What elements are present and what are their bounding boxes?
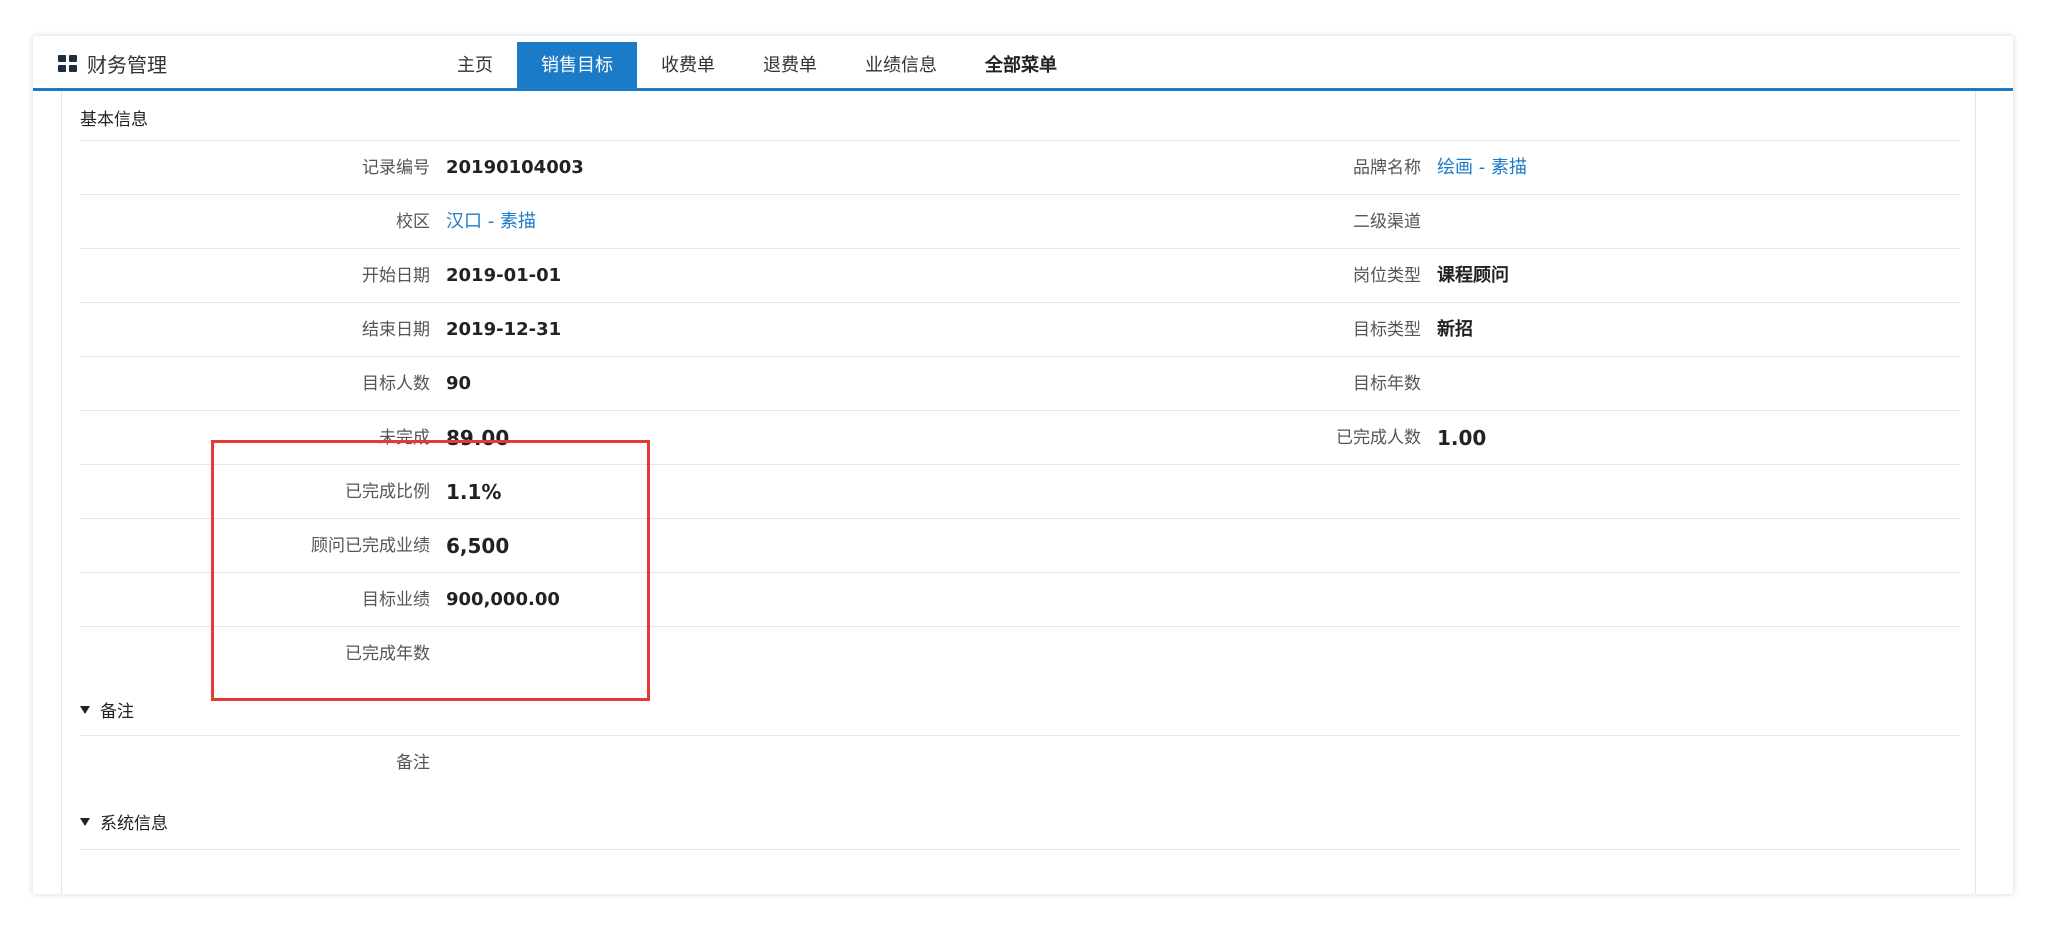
record-detail: 基本信息 记录编号 20190104003 品牌名称 绘画 - 素描 校区 汉口… bbox=[61, 91, 1976, 894]
field-label: 开始日期 bbox=[362, 266, 430, 286]
app-window: 财务管理 主页 销售目标 收费单 退费单 业绩信息 全部菜单 基本信息 记录编号… bbox=[33, 36, 2013, 894]
brand-name-link[interactable]: 绘画 - 素描 bbox=[1437, 141, 1527, 195]
field-label: 记录编号 bbox=[362, 158, 430, 178]
tab-refunds[interactable]: 退费单 bbox=[739, 42, 841, 88]
table-row: 记录编号 20190104003 品牌名称 绘画 - 素描 bbox=[80, 140, 1960, 195]
field-label: 目标人数 bbox=[362, 374, 430, 394]
field-label: 品牌名称 bbox=[1353, 158, 1421, 178]
top-bar: 财务管理 主页 销售目标 收费单 退费单 业绩信息 全部菜单 bbox=[33, 36, 2013, 91]
end-date-value: 2019-12-31 bbox=[446, 319, 562, 340]
tab-home[interactable]: 主页 bbox=[433, 42, 517, 88]
app-brand[interactable]: 财务管理 bbox=[58, 49, 167, 78]
field-label: 目标类型 bbox=[1353, 320, 1421, 340]
incomplete-value: 89.00 bbox=[446, 426, 510, 450]
table-row: 校区 汉口 - 素描 二级渠道 bbox=[80, 194, 1960, 249]
section-remarks-title: 备注 bbox=[100, 702, 134, 722]
app-title: 财务管理 bbox=[87, 53, 167, 77]
section-basic-info-title: 基本信息 bbox=[80, 110, 148, 130]
tab-sales-target[interactable]: 销售目标 bbox=[517, 42, 637, 88]
table-row: 目标业绩 900,000.00 bbox=[80, 572, 1960, 627]
field-label: 岗位类型 bbox=[1353, 266, 1421, 286]
field-label: 结束日期 bbox=[362, 320, 430, 340]
completed-headcount-value: 1.00 bbox=[1437, 426, 1487, 450]
field-label: 校区 bbox=[396, 212, 430, 232]
tab-receipts[interactable]: 收费单 bbox=[637, 42, 739, 88]
section-system-info-toggle[interactable]: 系统信息 bbox=[80, 809, 168, 834]
grid-icon bbox=[58, 54, 78, 73]
field-label: 已完成年数 bbox=[345, 644, 430, 664]
field-label: 未完成 bbox=[379, 428, 430, 448]
target-headcount-value: 90 bbox=[446, 373, 472, 394]
table-row: 结束日期 2019-12-31 目标类型 新招 bbox=[80, 302, 1960, 357]
field-label: 备注 bbox=[396, 753, 430, 773]
section-system-info-title: 系统信息 bbox=[100, 814, 168, 834]
field-label: 目标业绩 bbox=[362, 590, 430, 610]
field-label: 已完成比例 bbox=[345, 482, 430, 502]
advisor-completed-performance-value: 6,500 bbox=[446, 534, 510, 558]
triangle-down-icon bbox=[80, 817, 90, 826]
field-label: 目标年数 bbox=[1353, 374, 1421, 394]
completion-ratio-value: 1.1% bbox=[446, 480, 502, 504]
table-row: 备注 bbox=[80, 735, 1960, 790]
table-row: 未完成 89.00 已完成人数 1.00 bbox=[80, 410, 1960, 465]
table-row: 已完成年数 bbox=[80, 626, 1960, 681]
tab-performance[interactable]: 业绩信息 bbox=[841, 42, 961, 88]
position-type-value: 课程顾问 bbox=[1437, 265, 1509, 286]
field-label: 顾问已完成业绩 bbox=[311, 536, 430, 556]
table-row: 目标人数 90 目标年数 bbox=[80, 356, 1960, 411]
table-row: 开始日期 2019-01-01 岗位类型 课程顾问 bbox=[80, 248, 1960, 303]
divider bbox=[80, 849, 1960, 851]
table-row: 已完成比例 1.1% bbox=[80, 464, 1960, 519]
triangle-down-icon bbox=[80, 705, 90, 714]
field-label: 二级渠道 bbox=[1353, 212, 1421, 232]
nav-tabs: 主页 销售目标 收费单 退费单 业绩信息 全部菜单 bbox=[433, 42, 1081, 88]
table-row: 顾问已完成业绩 6,500 bbox=[80, 518, 1960, 573]
target-performance-value: 900,000.00 bbox=[446, 589, 560, 610]
section-remarks-toggle[interactable]: 备注 bbox=[80, 697, 134, 722]
record-number-value: 20190104003 bbox=[446, 157, 584, 178]
campus-link[interactable]: 汉口 - 素描 bbox=[446, 195, 536, 249]
field-label: 已完成人数 bbox=[1336, 428, 1421, 448]
tab-all-menus[interactable]: 全部菜单 bbox=[961, 42, 1081, 88]
start-date-value: 2019-01-01 bbox=[446, 265, 562, 286]
target-type-value: 新招 bbox=[1437, 319, 1473, 340]
